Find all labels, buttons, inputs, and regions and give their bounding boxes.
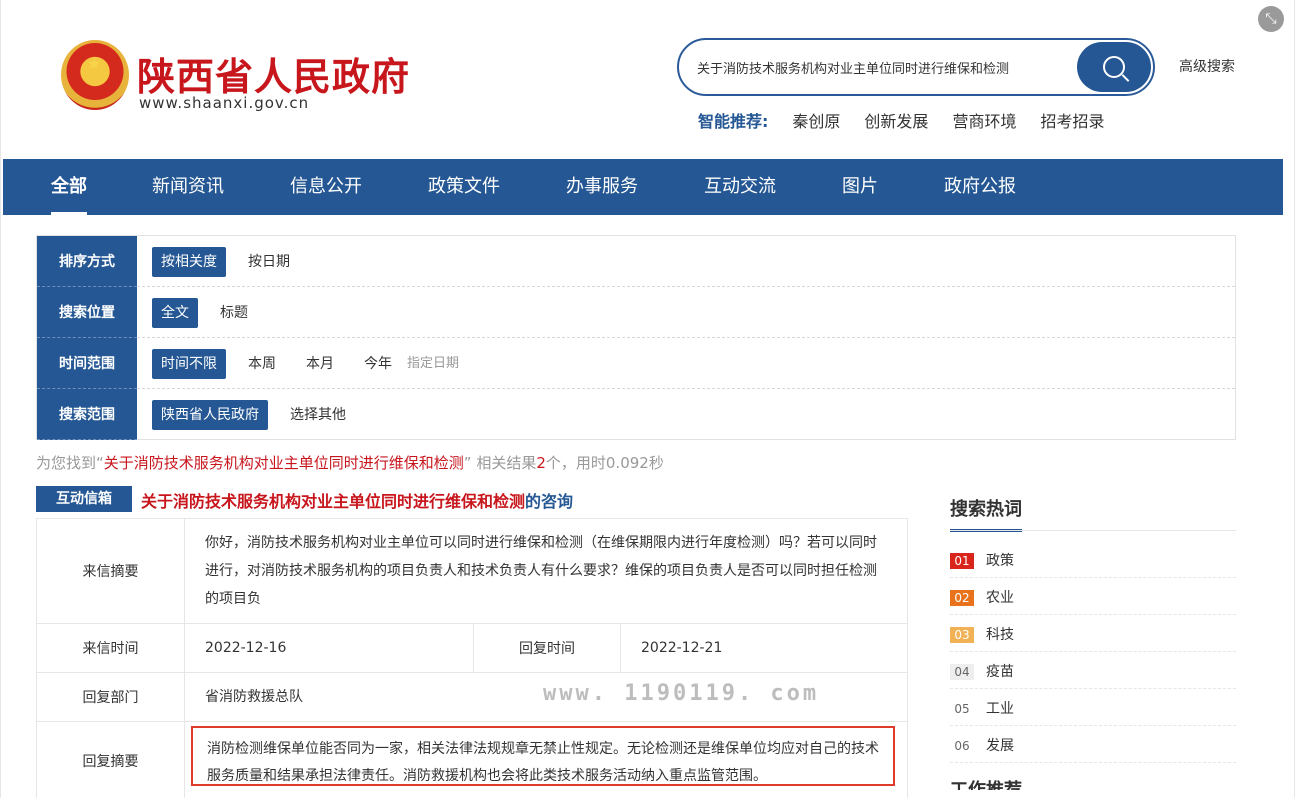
- hot-word-item[interactable]: 01 政策: [950, 541, 1236, 578]
- filter-row-scope: 搜索范围 陕西省人民政府 选择其他: [37, 389, 1235, 440]
- exit-fullscreen-icon[interactable]: ⤡: [1258, 6, 1284, 32]
- hot-rank-badge: 04: [950, 664, 974, 680]
- reply-time-value: 2022-12-21: [641, 640, 723, 656]
- reply-summary-label: 回复摘要: [37, 722, 185, 798]
- watermark-text: www. 1190119. com: [543, 681, 820, 706]
- filter-option-selected[interactable]: 时间不限: [152, 349, 226, 379]
- hot-words-title: 搜索热词: [950, 495, 1022, 532]
- recommend-item[interactable]: 营商环境: [952, 108, 1016, 132]
- result-title-rest: 的咨询: [525, 492, 574, 511]
- filter-option[interactable]: 本周: [239, 349, 285, 379]
- result-summary: 为您找到“关于消防技术服务机构对业主单位同时进行维保和检测” 相关结果2个，用时…: [36, 452, 664, 473]
- divider: [950, 530, 1236, 531]
- letter-summary-label: 来信摘要: [37, 519, 185, 623]
- summary-keyword: 关于消防技术服务机构对业主单位同时进行维保和检测: [103, 454, 464, 472]
- hot-word[interactable]: 政策: [986, 550, 1014, 570]
- filter-option-selected[interactable]: 陕西省人民政府: [152, 400, 268, 430]
- filter-label: 搜索范围: [37, 389, 137, 440]
- site-url: www.shaanxi.gov.cn: [139, 94, 310, 112]
- table-row: 来信时间 2022-12-16 回复时间 2022-12-21: [37, 624, 907, 673]
- search-input[interactable]: [697, 59, 1087, 75]
- tab-info-disclosure[interactable]: 信息公开: [290, 159, 362, 215]
- smart-recommend: 智能推荐: 秦创原 创新发展 营商环境 招考招录: [698, 108, 1104, 132]
- hot-rank-badge: 05: [954, 702, 970, 716]
- hot-word[interactable]: 科技: [986, 624, 1014, 644]
- national-emblem-logo[interactable]: ★: [61, 40, 129, 110]
- tab-images[interactable]: 图片: [842, 159, 878, 215]
- hot-rank-badge: 01: [950, 553, 974, 569]
- reply-time-label: 回复时间: [473, 624, 621, 672]
- hot-rank-badge: 06: [954, 739, 970, 753]
- result-title-link[interactable]: 关于消防技术服务机构对业主单位同时进行维保和检测的咨询: [141, 488, 573, 512]
- hot-word[interactable]: 工业: [986, 698, 1014, 718]
- reply-summary-highlight-box: 消防检测维保单位能否同为一家，相关法律法规规章无禁止性规定。无论检测还是维保单位…: [191, 726, 895, 786]
- result-detail-table: 来信摘要 你好，消防技术服务机构对业主单位可以同时进行维保和检测（在维保期限内进…: [36, 518, 908, 798]
- summary-prefix: 为您找到“: [36, 454, 104, 472]
- advanced-search-link[interactable]: 高级搜索: [1179, 56, 1235, 76]
- summary-count: 2: [536, 454, 546, 472]
- hot-rank-badge: 02: [950, 590, 974, 606]
- hot-word-item[interactable]: 04 疫苗: [950, 652, 1236, 689]
- filter-panel: 排序方式 按相关度 按日期 搜索位置 全文 标题 时间范围 时间不限 本周 本月…: [36, 235, 1236, 440]
- hot-word-item[interactable]: 06 发展: [950, 726, 1236, 763]
- result-title-highlight: 关于消防技术服务机构对业主单位同时进行维保和检测: [141, 492, 526, 511]
- filter-option-selected[interactable]: 全文: [152, 298, 198, 328]
- hot-word-item[interactable]: 02 农业: [950, 578, 1236, 615]
- hot-rank-badge: 03: [950, 627, 974, 643]
- table-row: 回复摘要 消防检测维保单位能否同为一家，相关法律法规规章无禁止性规定。无论检测还…: [37, 722, 907, 798]
- filter-option[interactable]: 今年: [355, 349, 401, 379]
- filter-label: 搜索位置: [37, 287, 137, 338]
- search-box: [677, 38, 1155, 96]
- filter-label: 排序方式: [37, 236, 137, 287]
- recommend-item[interactable]: 招考招录: [1040, 108, 1104, 132]
- reply-dept-label: 回复部门: [37, 673, 185, 721]
- tab-gazette[interactable]: 政府公报: [944, 159, 1016, 215]
- page: ⤡ ★ 陕西省人民政府 www.shaanxi.gov.cn 高级搜索 智能推荐…: [0, 0, 1295, 798]
- hot-word[interactable]: 疫苗: [986, 661, 1014, 681]
- tab-policy[interactable]: 政策文件: [428, 159, 500, 215]
- work-recommend-title: 工作推荐: [950, 776, 1022, 790]
- filter-label: 时间范围: [37, 338, 137, 389]
- filter-row-time: 时间范围 时间不限 本周 本月 今年 指定日期: [37, 338, 1235, 389]
- tab-services[interactable]: 办事服务: [566, 159, 638, 215]
- main-nav: 全部 新闻资讯 信息公开 政策文件 办事服务 互动交流 图片 政府公报: [3, 159, 1283, 215]
- filter-option[interactable]: 标题: [211, 298, 257, 328]
- reply-summary-text: 消防检测维保单位能否同为一家，相关法律法规规章无禁止性规定。无论检测还是维保单位…: [207, 741, 879, 784]
- recommend-item[interactable]: 秦创原: [792, 108, 840, 132]
- reply-dept-value: 省消防救援总队: [205, 689, 303, 705]
- filter-row-position: 搜索位置 全文 标题: [37, 287, 1235, 338]
- custom-date-option[interactable]: 指定日期: [398, 349, 468, 379]
- site-title[interactable]: 陕西省人民政府: [137, 46, 410, 101]
- search-button[interactable]: [1077, 42, 1151, 92]
- table-row: 来信摘要 你好，消防技术服务机构对业主单位可以同时进行维保和检测（在维保期限内进…: [37, 519, 907, 624]
- filter-row-sort: 排序方式 按相关度 按日期: [37, 236, 1235, 287]
- hot-word[interactable]: 农业: [986, 587, 1014, 607]
- tab-news[interactable]: 新闻资讯: [152, 159, 224, 215]
- recommend-item[interactable]: 创新发展: [864, 108, 928, 132]
- letter-summary-text: 你好，消防技术服务机构对业主单位可以同时进行维保和检测（在维保期限内进行年度检测…: [205, 535, 877, 607]
- filter-option[interactable]: 选择其他: [281, 400, 355, 430]
- filter-option[interactable]: 本月: [297, 349, 343, 379]
- filter-option-selected[interactable]: 按相关度: [152, 247, 226, 277]
- summary-middle: ” 相关结果: [463, 454, 537, 472]
- recommend-label: 智能推荐:: [698, 112, 769, 131]
- letter-time-value: 2022-12-16: [205, 640, 287, 656]
- letter-time-label: 来信时间: [37, 624, 185, 672]
- search-icon: [1103, 56, 1125, 78]
- result-category-tag: 互动信箱: [36, 486, 132, 512]
- tab-all[interactable]: 全部: [51, 159, 87, 215]
- tab-interaction[interactable]: 互动交流: [704, 159, 776, 215]
- hot-word[interactable]: 发展: [986, 735, 1014, 755]
- hot-word-item[interactable]: 03 科技: [950, 615, 1236, 652]
- hot-word-item[interactable]: 05 工业: [950, 689, 1236, 726]
- summary-suffix: 个，用时0.092秒: [545, 454, 664, 472]
- filter-option[interactable]: 按日期: [239, 247, 299, 277]
